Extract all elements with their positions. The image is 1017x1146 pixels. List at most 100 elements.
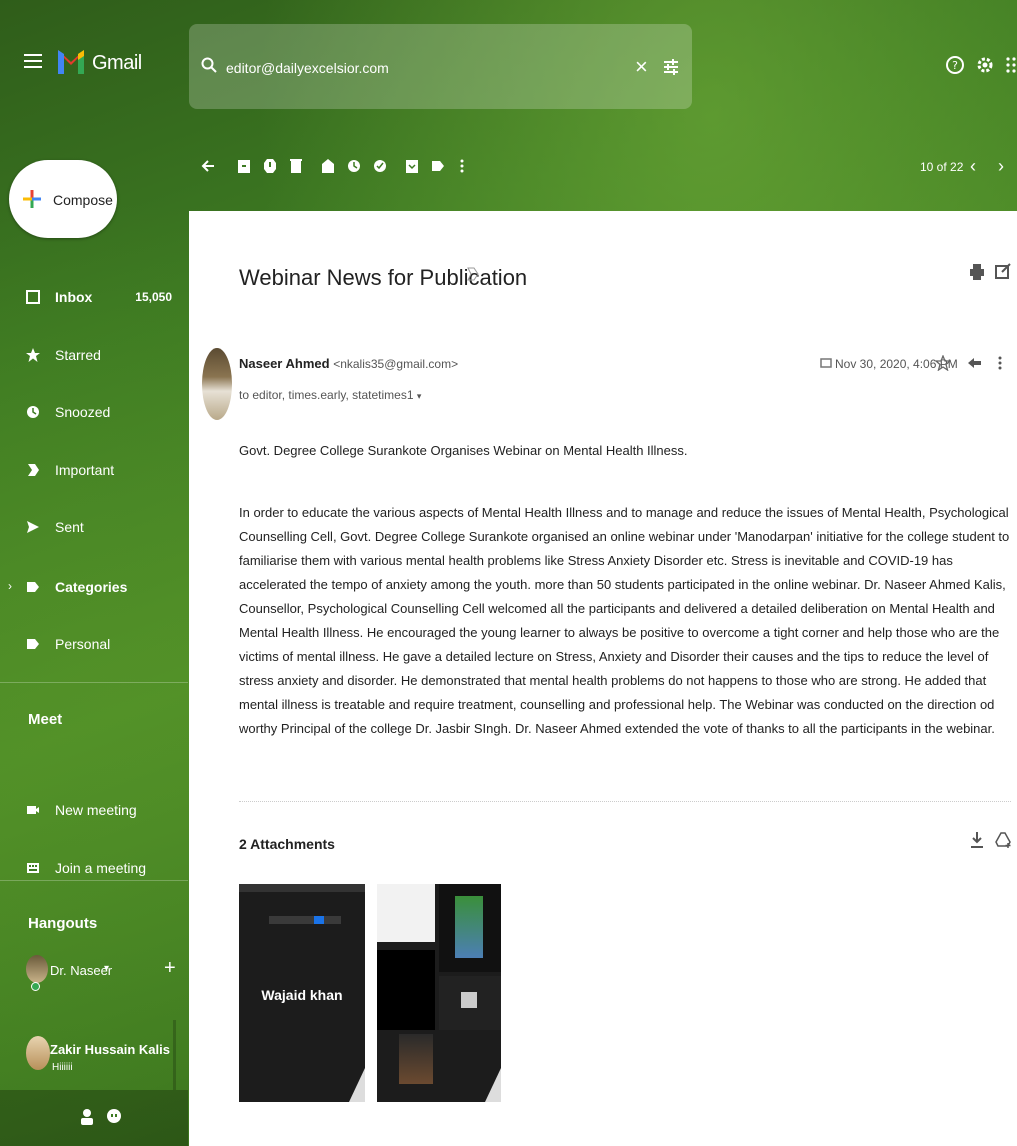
- sidebar-item-snoozed[interactable]: Snoozed: [0, 397, 180, 427]
- sidebar-item-join-meeting[interactable]: Join a meeting: [0, 853, 180, 883]
- label-icon: [27, 639, 39, 649]
- thumbnail-tile: [439, 976, 501, 1030]
- label-icon: [27, 582, 39, 592]
- compose-button[interactable]: Compose: [9, 160, 117, 238]
- sidebar-item-label: Inbox: [55, 289, 93, 305]
- sidebar-item-label: Snoozed: [55, 404, 111, 420]
- sidebar-item-sent[interactable]: Sent: [0, 512, 180, 542]
- pagination-count: 10 of 22: [920, 160, 964, 174]
- mark-unread-icon[interactable]: [321, 158, 335, 174]
- sidebar-item-starred[interactable]: Starred: [0, 340, 180, 370]
- compose-label: Compose: [53, 192, 113, 208]
- hangouts-user[interactable]: Dr. Naseer ▾ +: [26, 955, 186, 991]
- thumbnail-button: [314, 916, 324, 924]
- email-body-paragraph: In order to educate the various aspects …: [239, 505, 1010, 736]
- important-marker-icon: [28, 464, 39, 476]
- apps-grid-icon[interactable]: [1005, 55, 1017, 75]
- search-icon[interactable]: [201, 57, 217, 73]
- reply-icon[interactable]: [967, 355, 983, 371]
- gmail-logo-icon[interactable]: [56, 44, 86, 78]
- download-all-icon[interactable]: [970, 831, 984, 849]
- avatar: [26, 955, 48, 983]
- participant-video: [461, 992, 477, 1008]
- expand-arrow-icon[interactable]: ›: [8, 579, 12, 593]
- person-icon[interactable]: [80, 1108, 94, 1126]
- search-input[interactable]: editor@dailyexcelsior.com: [226, 60, 389, 76]
- meet-section-title: Meet: [28, 711, 63, 728]
- add-chat-icon[interactable]: +: [164, 957, 176, 980]
- attachment-indicator-icon: [820, 358, 832, 368]
- message-toolbar: 10 of 22 ‹ ›: [189, 150, 1017, 186]
- show-details-chevron-icon[interactable]: ▾: [417, 391, 422, 401]
- inbox-unread-count: 15,050: [135, 290, 172, 304]
- video-camera-icon: [27, 806, 39, 814]
- sender-avatar[interactable]: [202, 348, 232, 420]
- label-icon[interactable]: [431, 158, 445, 174]
- thumbnail-tile: [377, 950, 435, 1030]
- svg-text:?: ?: [952, 59, 958, 72]
- online-status-dot: [31, 982, 40, 991]
- clock-icon: [27, 406, 39, 418]
- sidebar-divider: [0, 880, 188, 881]
- attachment-thumbnail[interactable]: Wajaid khan: [239, 884, 365, 1102]
- back-arrow-icon[interactable]: [201, 158, 215, 174]
- print-icon[interactable]: [969, 263, 985, 281]
- settings-gear-icon[interactable]: [975, 55, 995, 75]
- help-icon[interactable]: ?: [945, 55, 965, 75]
- recipients-line[interactable]: to editor, times.early, statetimes1 ▾: [239, 388, 421, 402]
- move-to-icon[interactable]: [405, 158, 419, 174]
- dropdown-arrow-icon[interactable]: ▾: [104, 963, 109, 974]
- participant-video: [399, 1034, 433, 1084]
- chat-list-item[interactable]: Zakir Hussain Kalis Hiiiiii: [26, 1020, 176, 1090]
- sidebar-item-label: Categories: [55, 579, 128, 595]
- top-bar: Gmail editor@dailyexcelsior.com × ?: [0, 0, 1017, 125]
- star-icon[interactable]: [935, 355, 951, 371]
- save-to-drive-icon[interactable]: [995, 831, 1011, 849]
- sidebar-bottom-bar: [0, 1090, 188, 1146]
- older-chevron-icon[interactable]: ›: [998, 156, 1004, 177]
- sidebar-item-categories[interactable]: › Categories: [0, 572, 180, 602]
- snooze-icon[interactable]: [347, 158, 361, 174]
- more-options-icon[interactable]: [995, 355, 1005, 371]
- add-to-tasks-icon[interactable]: [373, 158, 387, 174]
- sender-name[interactable]: Naseer Ahmed: [239, 356, 330, 371]
- search-options-icon[interactable]: [663, 58, 679, 76]
- sidebar-item-new-meeting[interactable]: New meeting: [0, 795, 180, 825]
- attachment-thumbnail[interactable]: [377, 884, 501, 1102]
- email-subject: Webinar News for Publication: [239, 265, 528, 290]
- thumbnail-tile: [377, 884, 435, 942]
- brand-name: Gmail: [92, 52, 142, 74]
- sidebar-divider: [0, 682, 188, 683]
- chat-snippet: Hiiiiii: [52, 1062, 73, 1073]
- sidebar-item-label: Sent: [55, 519, 84, 535]
- sidebar-item-label: Starred: [55, 347, 101, 363]
- participant-video: [455, 896, 483, 958]
- thumbnail-corner-fold: [349, 1068, 365, 1102]
- inbox-icon: [26, 290, 40, 304]
- hangouts-section-title: Hangouts: [28, 915, 98, 932]
- search-bar[interactable]: editor@dailyexcelsior.com ×: [189, 24, 692, 109]
- clear-search-icon[interactable]: ×: [635, 54, 648, 80]
- open-in-new-window-icon[interactable]: [995, 263, 1011, 281]
- sidebar-item-personal[interactable]: Personal: [0, 629, 180, 659]
- sidebar-item-label: Join a meeting: [55, 860, 147, 876]
- menu-icon[interactable]: [24, 54, 42, 68]
- archive-icon[interactable]: [237, 158, 251, 174]
- newer-chevron-icon[interactable]: ‹: [970, 156, 976, 177]
- star-icon: [26, 348, 40, 362]
- delete-icon[interactable]: [289, 158, 303, 174]
- compose-plus-icon: [23, 190, 41, 208]
- sidebar-item-important[interactable]: Important: [0, 455, 180, 485]
- email-body-first-line: Govt. Degree College Surankote Organises…: [239, 443, 688, 458]
- more-options-icon[interactable]: [455, 158, 469, 174]
- importance-marker-icon[interactable]: [467, 267, 479, 281]
- sidebar-item-label: Personal: [55, 636, 111, 652]
- content-divider: [239, 801, 1011, 802]
- chat-contact-name: Zakir Hussain Kalis: [50, 1042, 170, 1057]
- hangouts-chat-icon[interactable]: [106, 1108, 122, 1126]
- sidebar-item-inbox[interactable]: Inbox 15,050: [0, 282, 180, 312]
- sender-email: <nkalis35@gmail.com>: [333, 357, 459, 371]
- keyboard-icon: [27, 863, 39, 873]
- report-spam-icon[interactable]: [263, 158, 277, 174]
- thumbnail-top-strip: [239, 884, 365, 892]
